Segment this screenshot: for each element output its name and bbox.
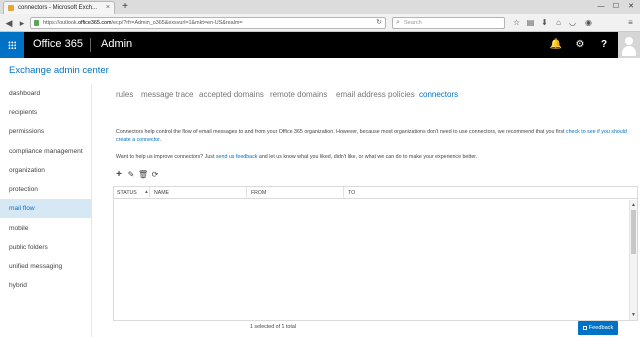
send-feedback-link[interactable]: send us feedback bbox=[216, 154, 258, 160]
delete-icon[interactable]: 🗑 bbox=[138, 170, 148, 180]
feedback-button[interactable]: Feedback bbox=[578, 321, 618, 335]
new-tab-button[interactable]: + bbox=[119, 1, 131, 13]
brand-title[interactable]: Office 365 bbox=[33, 38, 83, 50]
home-icon[interactable]: ⌂ bbox=[553, 17, 564, 29]
browser-tab-title: connectors - Microsoft Exch... bbox=[18, 5, 98, 11]
menu-icon[interactable]: ≡ bbox=[625, 17, 636, 29]
edit-icon[interactable]: ✎ bbox=[126, 170, 136, 180]
browser-tab-bar: connectors - Microsoft Exch... × + — ☐ ✕ bbox=[0, 0, 640, 14]
app-launcher-icon[interactable] bbox=[0, 32, 24, 58]
url-domain: office365.com bbox=[78, 20, 112, 26]
feedback-label: Feedback bbox=[588, 325, 614, 331]
connectors-description: Connectors help control the flow of emai… bbox=[116, 128, 632, 144]
sidebar-item-mail-flow[interactable]: mail flow bbox=[0, 199, 92, 218]
sidebar-item-compliance-management[interactable]: compliance management bbox=[0, 142, 92, 161]
minimize-window-button[interactable]: — bbox=[594, 1, 608, 12]
header-divider bbox=[90, 38, 91, 52]
refresh-icon[interactable]: ⟳ bbox=[150, 170, 160, 180]
sidebar: dashboard recipients permissions complia… bbox=[0, 84, 92, 337]
reload-icon[interactable]: ↻ bbox=[376, 18, 382, 28]
settings-gear-icon[interactable]: ⚙ bbox=[568, 32, 592, 58]
url-path: /ecp/?rfr=Admin_o365&exsvurl=1&mkt=en-US… bbox=[111, 20, 243, 26]
add-icon[interactable]: + bbox=[114, 170, 124, 180]
feedback-prompt-text: Want to help us improve connectors? Just bbox=[116, 154, 216, 160]
description-text: Connectors help control the flow of emai… bbox=[116, 129, 566, 135]
description-end: . bbox=[159, 137, 162, 143]
selection-status: 1 selected of 1 total bbox=[250, 324, 296, 330]
grid-body[interactable] bbox=[114, 200, 631, 203]
maximize-window-button[interactable]: ☐ bbox=[609, 1, 623, 12]
tab-email-address-policies[interactable]: email address policies bbox=[336, 90, 415, 99]
scroll-thumb[interactable] bbox=[631, 210, 636, 254]
tab-rules[interactable]: rules bbox=[116, 90, 133, 99]
sidebar-item-organization[interactable]: organization bbox=[0, 161, 92, 180]
sidebar-item-unified-messaging[interactable]: unified messaging bbox=[0, 257, 92, 276]
url-prefix: https://outlook. bbox=[43, 20, 79, 26]
grid-header: STATUS ▲ NAME FROM TO bbox=[114, 187, 637, 199]
scroll-down-icon[interactable]: ▼ bbox=[631, 312, 636, 318]
feedback-prompt-end: and let us know what you liked, didn't l… bbox=[257, 154, 478, 160]
back-icon[interactable]: ◀ bbox=[3, 17, 15, 29]
sort-ascending-icon: ▲ bbox=[144, 190, 149, 195]
connectors-grid: STATUS ▲ NAME FROM TO ▲ ▼ bbox=[113, 186, 638, 321]
tab-accepted-domains[interactable]: accepted domains bbox=[199, 90, 264, 99]
forward-icon[interactable]: ▸ bbox=[16, 17, 28, 29]
section-title: Admin bbox=[101, 38, 133, 50]
reading-list-icon[interactable]: ▤ bbox=[525, 17, 536, 29]
notifications-bell-icon[interactable]: 🔔 bbox=[544, 32, 568, 58]
column-header-status[interactable]: STATUS ▲ bbox=[114, 187, 150, 199]
user-avatar-icon[interactable] bbox=[618, 32, 640, 58]
column-header-from[interactable]: FROM bbox=[248, 187, 344, 199]
pocket-icon[interactable]: ◡ bbox=[567, 17, 578, 29]
search-icon: ⌕ bbox=[396, 19, 400, 26]
grid-scrollbar[interactable]: ▲ ▼ bbox=[629, 200, 637, 320]
bookmark-star-icon[interactable]: ☆ bbox=[511, 17, 522, 29]
column-status-label: STATUS bbox=[117, 190, 137, 196]
feedback-icon bbox=[582, 325, 587, 330]
o365-header: Office 365 Admin 🔔 ⚙ ? bbox=[0, 32, 640, 58]
download-icon[interactable]: ⬇ bbox=[539, 17, 550, 29]
sidebar-item-mobile[interactable]: mobile bbox=[0, 219, 92, 238]
search-input[interactable]: ⌕ Search bbox=[392, 17, 505, 29]
page-title: Exchange admin center bbox=[9, 65, 109, 76]
tab-connectors[interactable]: connectors bbox=[419, 90, 458, 99]
search-placeholder: Search bbox=[404, 20, 422, 26]
sidebar-item-permissions[interactable]: permissions bbox=[0, 122, 92, 141]
help-icon[interactable]: ? bbox=[592, 32, 616, 58]
column-header-to[interactable]: TO bbox=[345, 187, 637, 199]
sidebar-item-protection[interactable]: protection bbox=[0, 180, 92, 199]
close-window-button[interactable]: ✕ bbox=[624, 1, 638, 12]
sidebar-item-recipients[interactable]: recipients bbox=[0, 103, 92, 122]
sidebar-item-public-folders[interactable]: public folders bbox=[0, 238, 92, 257]
close-tab-icon[interactable]: × bbox=[106, 4, 110, 11]
sidebar-item-hybrid[interactable]: hybrid bbox=[0, 276, 92, 295]
scroll-up-icon[interactable]: ▲ bbox=[631, 202, 636, 208]
exchange-favicon-icon bbox=[8, 5, 14, 11]
column-header-name[interactable]: NAME bbox=[151, 187, 247, 199]
browser-nav-bar: ◀ ▸ https://outlook.office365.com/ecp/?r… bbox=[0, 14, 640, 32]
sidebar-item-dashboard[interactable]: dashboard bbox=[0, 84, 92, 103]
feedback-prompt: Want to help us improve connectors? Just… bbox=[116, 154, 632, 160]
extension-icon[interactable]: ◉ bbox=[583, 17, 594, 29]
browser-tab[interactable]: connectors - Microsoft Exch... × bbox=[3, 1, 115, 14]
tab-message-trace[interactable]: message trace bbox=[141, 90, 193, 99]
lock-icon bbox=[34, 20, 39, 26]
url-bar[interactable]: https://outlook.office365.com/ecp/?rfr=A… bbox=[30, 17, 386, 29]
tab-remote-domains[interactable]: remote domains bbox=[270, 90, 327, 99]
